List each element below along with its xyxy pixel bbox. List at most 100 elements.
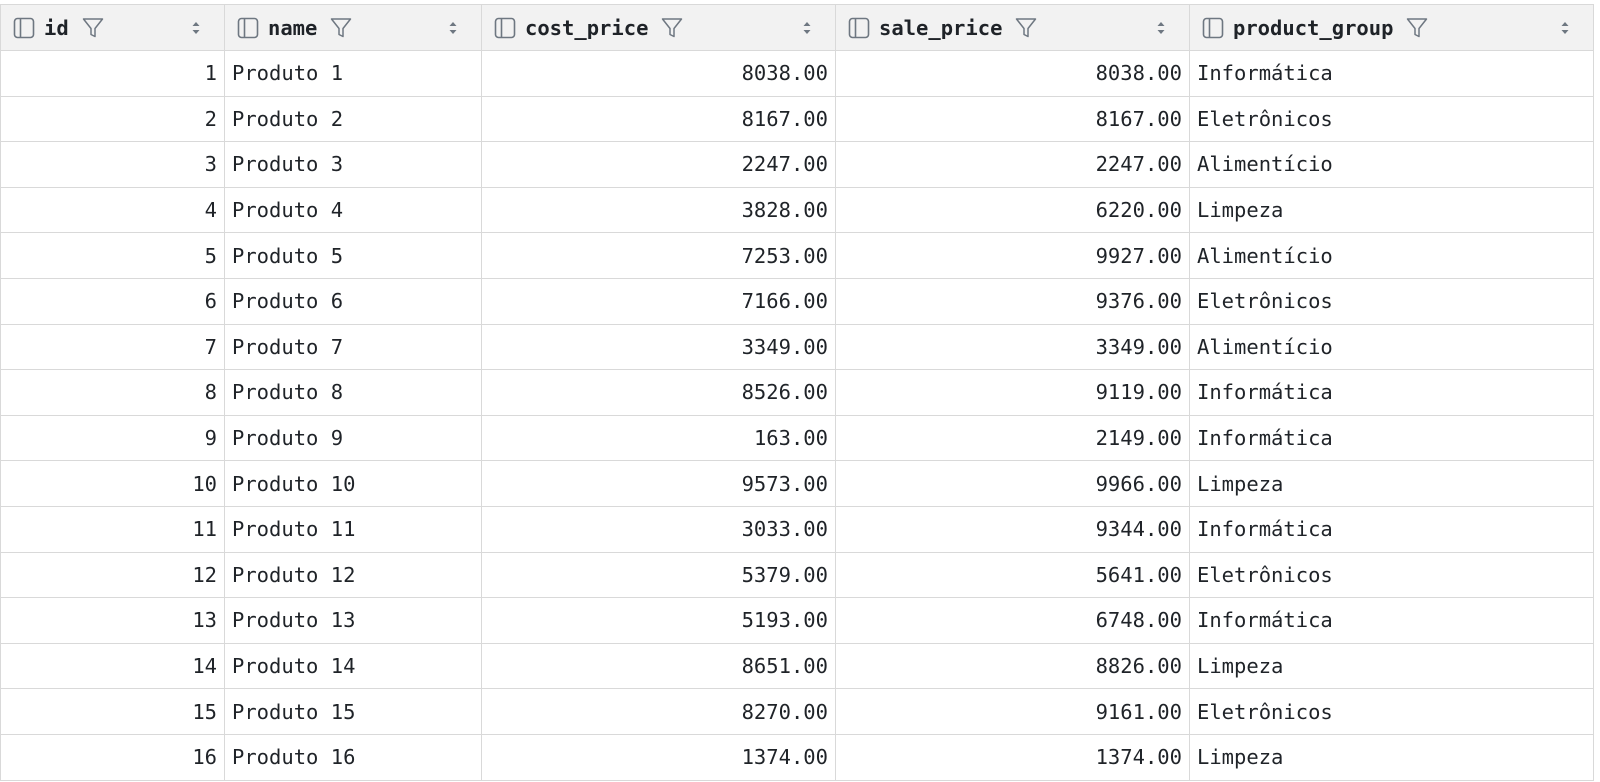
table-row[interactable]: 12 Produto 12 5379.00 5641.00 Eletrônicos — [1, 552, 1594, 599]
cell-id[interactable]: 12 — [1, 552, 225, 598]
sort-icon[interactable] — [1155, 18, 1167, 38]
cell-product-group[interactable]: Limpeza — [1190, 187, 1594, 233]
filter-icon[interactable] — [1014, 16, 1038, 40]
cell-sale-price[interactable]: 5641.00 — [836, 552, 1190, 598]
sort-icon[interactable] — [190, 18, 202, 38]
cell-product-group[interactable]: Informática — [1190, 598, 1594, 643]
cell-id[interactable]: 10 — [1, 461, 225, 506]
cell-product-group[interactable]: Eletrônicos — [1190, 96, 1594, 142]
cell-cost-price[interactable]: 5379.00 — [482, 552, 836, 598]
table-row[interactable]: 2 Produto 2 8167.00 8167.00 Eletrônicos — [1, 96, 1594, 143]
filter-icon[interactable] — [329, 16, 353, 40]
table-row[interactable]: 15 Produto 15 8270.00 9161.00 Eletrônicos — [1, 689, 1594, 735]
table-row[interactable]: 11 Produto 11 3033.00 9344.00 Informática — [1, 506, 1594, 553]
cell-product-group[interactable]: Informática — [1190, 370, 1594, 415]
table-row[interactable]: 7 Produto 7 3349.00 3349.00 Alimentício — [1, 324, 1594, 371]
column-header-cost-price[interactable]: cost_price — [482, 5, 836, 50]
sort-icon[interactable] — [1559, 18, 1571, 38]
cell-sale-price[interactable]: 9966.00 — [836, 461, 1190, 506]
table-row[interactable]: 8 Produto 8 8526.00 9119.00 Informática — [1, 370, 1594, 416]
cell-product-group[interactable]: Limpeza — [1190, 643, 1594, 689]
cell-sale-price[interactable]: 2149.00 — [836, 415, 1190, 461]
cell-id[interactable]: 4 — [1, 187, 225, 233]
cell-name[interactable]: Produto 2 — [225, 96, 482, 142]
column-header-sale-price[interactable]: sale_price — [836, 5, 1190, 50]
cell-sale-price[interactable]: 9927.00 — [836, 233, 1190, 278]
table-row[interactable]: 14 Produto 14 8651.00 8826.00 Limpeza — [1, 643, 1594, 690]
cell-product-group[interactable]: Alimentício — [1190, 142, 1594, 187]
column-header-name[interactable]: name — [225, 5, 482, 50]
table-row[interactable]: 3 Produto 3 2247.00 2247.00 Alimentício — [1, 142, 1594, 188]
cell-cost-price[interactable]: 163.00 — [482, 415, 836, 461]
cell-cost-price[interactable]: 2247.00 — [482, 142, 836, 187]
filter-icon[interactable] — [1405, 16, 1429, 40]
filter-icon[interactable] — [81, 16, 105, 40]
cell-product-group[interactable]: Informática — [1190, 506, 1594, 552]
cell-cost-price[interactable]: 8526.00 — [482, 370, 836, 415]
filter-icon[interactable] — [660, 16, 684, 40]
cell-name[interactable]: Produto 16 — [225, 734, 482, 780]
cell-id[interactable]: 9 — [1, 415, 225, 461]
cell-name[interactable]: Produto 15 — [225, 689, 482, 734]
cell-name[interactable]: Produto 11 — [225, 506, 482, 552]
table-row[interactable]: 5 Produto 5 7253.00 9927.00 Alimentício — [1, 233, 1594, 279]
cell-sale-price[interactable]: 8167.00 — [836, 96, 1190, 142]
cell-product-group[interactable]: Informática — [1190, 415, 1594, 461]
cell-sale-price[interactable]: 9119.00 — [836, 370, 1190, 415]
cell-sale-price[interactable]: 1374.00 — [836, 734, 1190, 780]
cell-name[interactable]: Produto 7 — [225, 324, 482, 370]
cell-product-group[interactable]: Informática — [1190, 51, 1594, 96]
cell-cost-price[interactable]: 9573.00 — [482, 461, 836, 506]
cell-product-group[interactable]: Eletrônicos — [1190, 278, 1594, 324]
cell-id[interactable]: 3 — [1, 142, 225, 187]
cell-cost-price[interactable]: 7253.00 — [482, 233, 836, 278]
cell-cost-price[interactable]: 8651.00 — [482, 643, 836, 689]
cell-sale-price[interactable]: 9344.00 — [836, 506, 1190, 552]
cell-name[interactable]: Produto 14 — [225, 643, 482, 689]
cell-name[interactable]: Produto 9 — [225, 415, 482, 461]
cell-name[interactable]: Produto 5 — [225, 233, 482, 278]
cell-name[interactable]: Produto 1 — [225, 51, 482, 96]
table-row[interactable]: 1 Produto 1 8038.00 8038.00 Informática — [1, 51, 1594, 97]
cell-sale-price[interactable]: 6748.00 — [836, 598, 1190, 643]
cell-name[interactable]: Produto 3 — [225, 142, 482, 187]
cell-sale-price[interactable]: 8038.00 — [836, 51, 1190, 96]
cell-sale-price[interactable]: 9161.00 — [836, 689, 1190, 734]
cell-name[interactable]: Produto 4 — [225, 187, 482, 233]
cell-id[interactable]: 2 — [1, 96, 225, 142]
table-row[interactable]: 6 Produto 6 7166.00 9376.00 Eletrônicos — [1, 278, 1594, 325]
table-row[interactable]: 9 Produto 9 163.00 2149.00 Informática — [1, 415, 1594, 462]
cell-id[interactable]: 7 — [1, 324, 225, 370]
cell-product-group[interactable]: Alimentício — [1190, 233, 1594, 278]
cell-product-group[interactable]: Eletrônicos — [1190, 552, 1594, 598]
cell-name[interactable]: Produto 13 — [225, 598, 482, 643]
column-header-product-group[interactable]: product_group — [1190, 5, 1594, 50]
cell-cost-price[interactable]: 8038.00 — [482, 51, 836, 96]
cell-name[interactable]: Produto 6 — [225, 278, 482, 324]
cell-sale-price[interactable]: 3349.00 — [836, 324, 1190, 370]
cell-sale-price[interactable]: 2247.00 — [836, 142, 1190, 187]
cell-cost-price[interactable]: 5193.00 — [482, 598, 836, 643]
sort-icon[interactable] — [801, 18, 813, 38]
cell-sale-price[interactable]: 6220.00 — [836, 187, 1190, 233]
table-row[interactable]: 4 Produto 4 3828.00 6220.00 Limpeza — [1, 187, 1594, 234]
cell-id[interactable]: 15 — [1, 689, 225, 734]
cell-product-group[interactable]: Limpeza — [1190, 461, 1594, 506]
cell-id[interactable]: 5 — [1, 233, 225, 278]
cell-cost-price[interactable]: 1374.00 — [482, 734, 836, 780]
cell-id[interactable]: 11 — [1, 506, 225, 552]
cell-cost-price[interactable]: 7166.00 — [482, 278, 836, 324]
cell-cost-price[interactable]: 3349.00 — [482, 324, 836, 370]
cell-id[interactable]: 8 — [1, 370, 225, 415]
table-row[interactable]: 13 Produto 13 5193.00 6748.00 Informática — [1, 598, 1594, 644]
cell-id[interactable]: 1 — [1, 51, 225, 96]
cell-product-group[interactable]: Eletrônicos — [1190, 689, 1594, 734]
cell-sale-price[interactable]: 8826.00 — [836, 643, 1190, 689]
cell-id[interactable]: 14 — [1, 643, 225, 689]
cell-sale-price[interactable]: 9376.00 — [836, 278, 1190, 324]
sort-icon[interactable] — [447, 18, 459, 38]
cell-cost-price[interactable]: 3033.00 — [482, 506, 836, 552]
cell-name[interactable]: Produto 8 — [225, 370, 482, 415]
cell-id[interactable]: 13 — [1, 598, 225, 643]
cell-id[interactable]: 6 — [1, 278, 225, 324]
